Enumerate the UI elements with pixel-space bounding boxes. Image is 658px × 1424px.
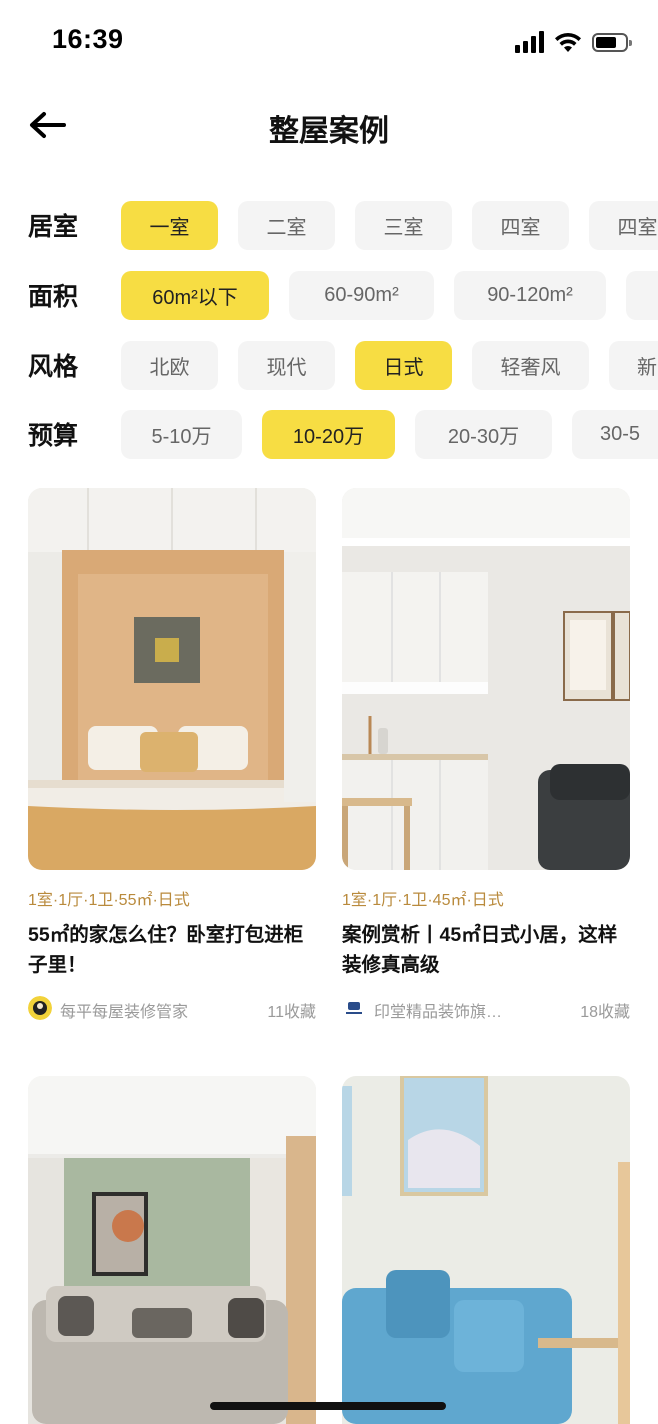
case-image[interactable] — [28, 1076, 316, 1424]
filter-chip-area-3[interactable]: 90-120m² — [454, 271, 606, 320]
filter-label-area: 面积 — [28, 283, 79, 311]
favorite-count: 18收藏 — [580, 1004, 630, 1021]
filter-chip-style-5[interactable]: 新 — [609, 341, 658, 390]
author-avatar[interactable] — [28, 996, 52, 1020]
case-meta: 1室·1厅·1卫·45㎡·日式 — [342, 892, 504, 909]
filter-chip-style-3[interactable]: 日式 — [355, 341, 452, 390]
case-image[interactable] — [28, 488, 316, 870]
nav-header: 整屋案例 — [0, 84, 658, 168]
filter-chip-style-1[interactable]: 北欧 — [121, 341, 218, 390]
case-title[interactable]: 55㎡的家怎么住？卧室打包进柜子里！ — [28, 920, 316, 980]
filter-chip-room-3[interactable]: 三室 — [355, 201, 452, 250]
filter-row-room: 居室 一室 二室 三室 四室 四室 — [0, 201, 658, 251]
favorite-count: 11收藏 — [267, 1004, 316, 1021]
case-footer: 印堂精品装饰旗… 18收藏 — [342, 996, 630, 1022]
filter-chip-room-1[interactable]: 一室 — [121, 201, 218, 250]
filter-chip-style-2[interactable]: 现代 — [238, 341, 335, 390]
filter-chips-style: 北欧 现代 日式 轻奢风 新 — [121, 341, 658, 390]
filter-chip-area-1[interactable]: 60m²以下 — [121, 271, 269, 320]
page-title: 整屋案例 — [269, 115, 389, 148]
case-card[interactable]: 1室·1厅·1卫·45㎡·日式 案例赏析丨45㎡日式小居，这样装修真高级 印堂精… — [342, 488, 630, 1022]
filter-chip-budget-2[interactable]: 10-20万 — [262, 410, 395, 459]
battery-icon — [592, 32, 632, 52]
status-icons — [515, 30, 632, 54]
filter-chip-room-5[interactable]: 四室 — [589, 201, 658, 250]
cellular-signal-icon — [515, 31, 544, 53]
case-image[interactable] — [342, 1076, 630, 1424]
filter-chip-room-2[interactable]: 二室 — [238, 201, 335, 250]
filter-row-style: 风格 北欧 现代 日式 轻奢风 新 — [0, 341, 658, 391]
filter-chip-budget-3[interactable]: 20-30万 — [415, 410, 552, 459]
status-bar: 16:39 — [0, 0, 658, 84]
filter-label-room: 居室 — [28, 213, 79, 241]
filter-chips-budget: 5-10万 10-20万 20-30万 30-5 — [121, 410, 658, 459]
filter-chip-budget-4[interactable]: 30-5 — [572, 410, 658, 459]
wifi-icon — [555, 32, 581, 52]
status-time: 16:39 — [52, 24, 124, 54]
filter-chip-area-2[interactable]: 60-90m² — [289, 271, 434, 320]
author-name[interactable]: 每平每屋装修管家 — [60, 998, 188, 1022]
author-avatar[interactable] — [342, 996, 366, 1020]
case-footer: 每平每屋装修管家 11收藏 — [28, 996, 316, 1022]
filter-chips-room: 一室 二室 三室 四室 四室 — [121, 201, 658, 250]
filter-chips-area: 60m²以下 60-90m² 90-120m² — [121, 271, 658, 320]
filter-row-area: 面积 60m²以下 60-90m² 90-120m² — [0, 271, 658, 321]
filter-row-budget: 预算 5-10万 10-20万 20-30万 30-5 — [0, 410, 658, 460]
home-indicator[interactable] — [210, 1402, 446, 1410]
case-image[interactable] — [342, 488, 630, 870]
filter-label-budget: 预算 — [28, 422, 79, 450]
case-card[interactable] — [28, 1076, 316, 1424]
author-name[interactable]: 印堂精品装饰旗… — [374, 998, 502, 1022]
filter-chip-style-4[interactable]: 轻奢风 — [472, 341, 589, 390]
filter-chip-room-4[interactable]: 四室 — [472, 201, 569, 250]
filter-chip-area-4[interactable] — [626, 271, 658, 320]
case-meta: 1室·1厅·1卫·55㎡·日式 — [28, 892, 190, 909]
case-card[interactable] — [342, 1076, 630, 1424]
case-title[interactable]: 案例赏析丨45㎡日式小居，这样装修真高级 — [342, 920, 630, 980]
filter-chip-budget-1[interactable]: 5-10万 — [121, 410, 242, 459]
filter-label-style: 风格 — [28, 353, 79, 381]
case-card[interactable]: 1室·1厅·1卫·55㎡·日式 55㎡的家怎么住？卧室打包进柜子里！ 每平每屋装… — [28, 488, 316, 1022]
